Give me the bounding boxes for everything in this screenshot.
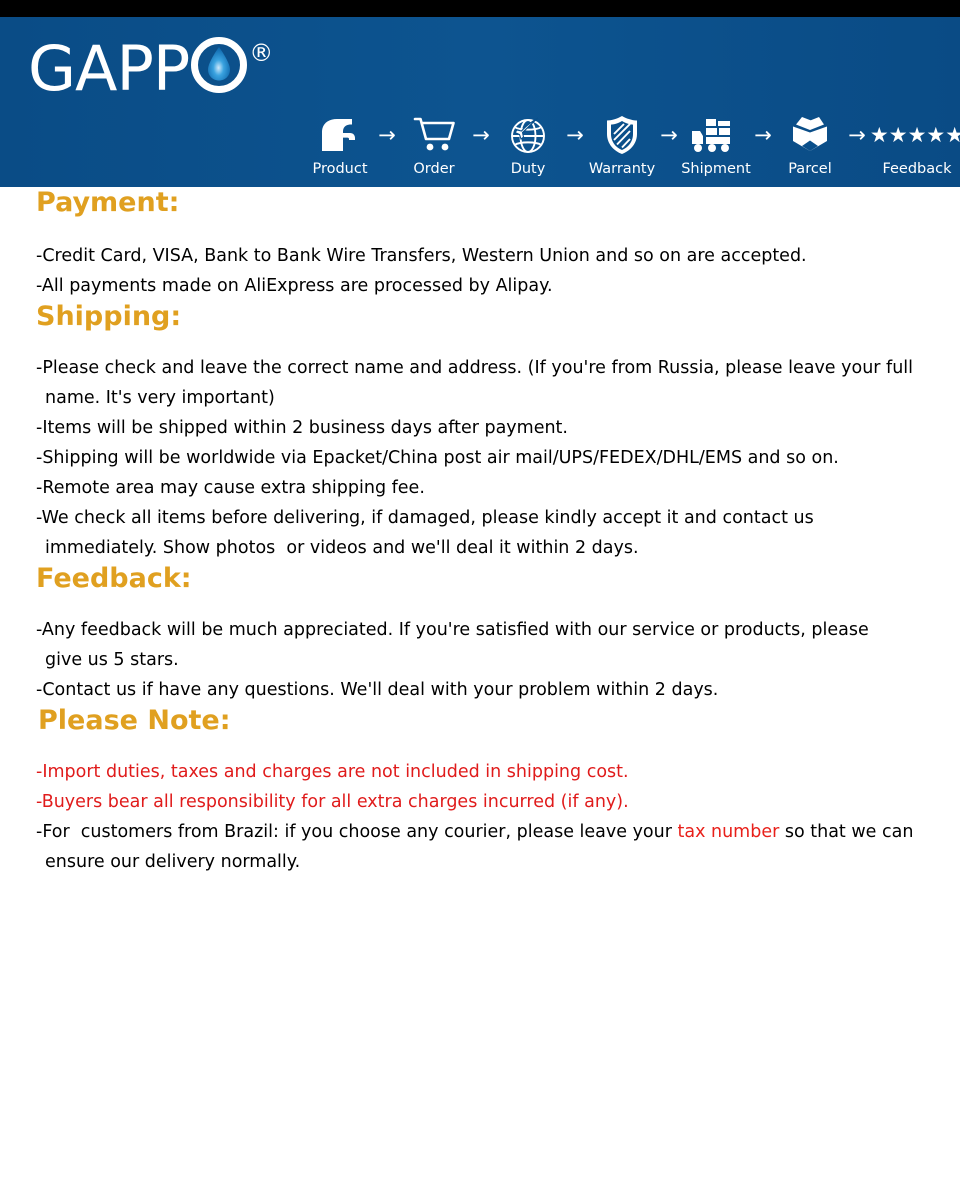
step-feedback: ★★★★★ Feedback bbox=[864, 113, 960, 178]
please-note-section-title: Please Note: bbox=[38, 705, 231, 736]
shield-icon bbox=[605, 113, 639, 157]
registered-trademark-symbol: ® bbox=[249, 39, 274, 67]
policy-line: -All payments made on AliExpress are pro… bbox=[36, 276, 553, 296]
policy-line: -Please check and leave the correct name… bbox=[36, 358, 914, 378]
policy-content: Payment: -Credit Card, VISA, Bank to Ban… bbox=[0, 187, 960, 877]
step-label: Product bbox=[312, 161, 368, 177]
open-box-icon bbox=[788, 113, 832, 157]
policy-line: -Items will be shipped within 2 business… bbox=[36, 418, 568, 438]
water-drop-in-ring-icon bbox=[191, 37, 248, 93]
feedback-section-title: Feedback: bbox=[36, 563, 192, 594]
globe-airplane-icon bbox=[508, 113, 548, 157]
step-parcel: Parcel bbox=[770, 113, 850, 178]
feedback-lines: -Any feedback will be much appreciated. … bbox=[36, 615, 924, 705]
policy-line: -Contact us if have any questions. We'll… bbox=[36, 680, 719, 700]
process-steps: Product → Order → Duty → Warranty → Ship… bbox=[300, 113, 960, 178]
brand-wordmark: GAPP bbox=[28, 32, 190, 105]
policy-line: give us 5 stars. bbox=[45, 650, 179, 670]
five-stars-icon: ★★★★★ bbox=[870, 113, 960, 157]
step-shipment: Shipment bbox=[676, 113, 756, 178]
step-product: Product bbox=[300, 113, 380, 178]
step-label: Feedback bbox=[882, 161, 952, 177]
policy-line-alert: -Import duties, taxes and charges are no… bbox=[36, 762, 629, 782]
faucet-icon bbox=[319, 113, 361, 157]
policy-line: -We check all items before delivering, i… bbox=[36, 508, 814, 528]
policy-line: -Shipping will be worldwide via Epacket/… bbox=[36, 448, 839, 468]
policy-line: -Credit Card, VISA, Bank to Bank Wire Tr… bbox=[36, 246, 807, 266]
brazil-text-after: so that we can bbox=[779, 822, 914, 842]
delivery-truck-icon bbox=[690, 113, 742, 157]
stars-glyph: ★★★★★ bbox=[869, 123, 960, 147]
policy-line: -Any feedback will be much appreciated. … bbox=[36, 620, 869, 640]
payment-section-title: Payment: bbox=[36, 187, 180, 218]
step-label: Parcel bbox=[788, 161, 832, 177]
policy-line: -Remote area may cause extra shipping fe… bbox=[36, 478, 425, 498]
policy-line-alert: -Buyers bear all responsibility for all … bbox=[36, 792, 629, 812]
shipping-section-title: Shipping: bbox=[36, 301, 182, 332]
tax-number-highlight: tax number bbox=[677, 822, 780, 842]
payment-lines: -Credit Card, VISA, Bank to Bank Wire Tr… bbox=[36, 241, 924, 301]
policy-line: ensure our delivery normally. bbox=[45, 852, 301, 872]
policy-line: name. It's very important) bbox=[45, 388, 275, 408]
policy-line-brazil: -For customers from Brazil: if you choos… bbox=[36, 817, 924, 847]
gappo-logo: GAPP ® bbox=[28, 37, 273, 101]
please-note-lines: -Import duties, taxes and charges are no… bbox=[36, 757, 924, 877]
step-label: Warranty bbox=[588, 161, 656, 177]
shopping-cart-icon bbox=[413, 113, 455, 157]
step-label: Order bbox=[413, 161, 455, 177]
step-duty: Duty bbox=[488, 113, 568, 178]
brazil-text-before: -For customers from Brazil: if you choos… bbox=[36, 822, 678, 842]
policy-line: immediately. Show photos or videos and w… bbox=[45, 538, 639, 558]
step-warranty: Warranty bbox=[582, 113, 662, 178]
step-order: Order bbox=[394, 113, 474, 178]
top-black-band bbox=[0, 0, 960, 17]
brand-header: GAPP ® Product → Order → Duty → Warranty… bbox=[0, 17, 960, 187]
shipping-lines: -Please check and leave the correct name… bbox=[36, 353, 924, 563]
step-label: Shipment bbox=[681, 161, 751, 177]
step-label: Duty bbox=[510, 161, 546, 177]
